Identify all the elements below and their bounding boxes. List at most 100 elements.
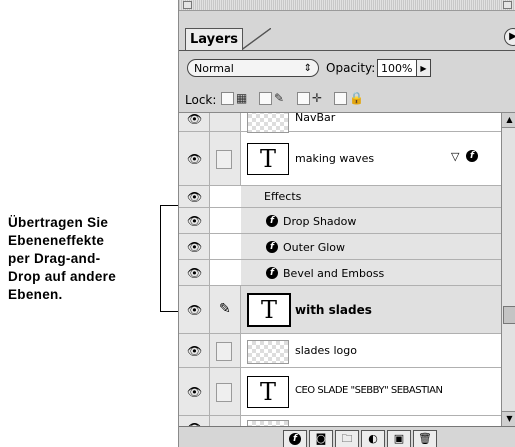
effect-name: Bevel and Emboss <box>283 267 385 280</box>
visibility-cell: 👁 <box>179 334 210 367</box>
lock-all-checkbox[interactable] <box>334 92 347 105</box>
tab-layers[interactable]: Layers <box>185 28 243 51</box>
eye-icon[interactable]: 👁 <box>187 267 202 279</box>
blend-mode-select[interactable]: Normal ⇕ <box>187 59 319 77</box>
updown-arrow-icon: ⇕ <box>303 63 312 74</box>
layer-row-slades-logo[interactable]: 👁 slades logo <box>179 334 501 368</box>
layer-row-with-slades[interactable]: 👁 ✎ T with slades <box>179 286 501 334</box>
brush-icon: ✎ <box>219 301 231 317</box>
effect-row-drop-shadow[interactable]: 👁 f Drop Shadow <box>179 208 501 234</box>
effect-row-bevel-emboss[interactable]: 👁 f Bevel and Emboss <box>179 260 501 286</box>
text-layer-thumbnail: T <box>247 143 289 175</box>
layer-list-scrollbar[interactable]: ▲ ▼ <box>501 113 515 426</box>
scroll-down-arrow[interactable]: ▼ <box>502 411 515 426</box>
eye-icon[interactable]: 👁 <box>187 386 202 398</box>
tab-edge <box>241 28 271 50</box>
layers-palette: Layers ▶ Normal ⇕ Opacity: 100% ▶ Lock: … <box>178 0 515 447</box>
effect-row-outer-glow[interactable]: 👁 f Outer Glow <box>179 234 501 260</box>
layer-effects-icon: f <box>266 241 278 253</box>
layer-name: with slades <box>295 303 372 317</box>
link-box <box>216 149 232 169</box>
disclosure-triangle-icon[interactable]: ▽ <box>451 150 459 163</box>
visibility-cell: 👁 <box>179 368 210 415</box>
scroll-thumb[interactable] <box>503 306 515 324</box>
zoom-box[interactable] <box>503 1 512 9</box>
layer-row-partial[interactable]: 👁 <box>179 416 501 426</box>
brush-icon: ✎ <box>274 91 285 105</box>
lock-label: Lock: <box>185 93 217 107</box>
new-layer-button[interactable]: ▣ <box>387 430 411 447</box>
visibility-cell: 👁 <box>179 260 210 285</box>
effects-cell <box>241 208 501 233</box>
effect-name: Outer Glow <box>283 241 346 254</box>
layer-name: slades logo <box>295 344 358 357</box>
new-set-button[interactable]: 🗀 <box>335 430 359 447</box>
opacity-input[interactable]: 100% <box>377 59 417 77</box>
layer-row-making-waves[interactable]: 👁 T making waves ▽ f <box>179 132 501 186</box>
layer-thumbnail <box>247 340 289 364</box>
layer-row-navbar[interactable]: 👁 NavBar <box>179 113 501 133</box>
layer-list: 👁 NavBar 👁 T making waves ▽ f 👁 Effects … <box>179 113 501 426</box>
layer-effects-icon: f <box>266 215 278 227</box>
lock-image-checkbox[interactable] <box>259 92 272 105</box>
eye-icon[interactable]: 👁 <box>187 113 202 125</box>
trash-icon[interactable]: 🗑 <box>413 430 437 447</box>
opacity-label: Opacity: <box>326 61 376 75</box>
layer-row-ceo[interactable]: 👁 T CEO SLADE "SEBBY" SEBASTIAN <box>179 368 501 416</box>
blend-mode-value: Normal <box>194 62 234 75</box>
palette-titlebar[interactable] <box>179 0 515 11</box>
callout-line-5: Ebenen. <box>8 287 63 302</box>
eye-icon[interactable]: 👁 <box>187 153 202 165</box>
eye-icon[interactable]: 👁 <box>187 304 202 316</box>
effects-cell <box>241 234 501 259</box>
callout-line-3: per Drag-and- <box>8 251 101 266</box>
add-layer-style-button[interactable]: f <box>283 430 307 447</box>
tab-divider <box>179 50 515 51</box>
link-cell[interactable] <box>210 113 241 131</box>
visibility-cell: 👁 <box>179 234 210 259</box>
link-cell[interactable] <box>210 416 241 426</box>
callout-line-1: Übertragen Sie <box>8 215 109 230</box>
eye-icon[interactable]: 👁 <box>187 191 202 203</box>
visibility-cell: 👁 <box>179 186 210 207</box>
effects-row[interactable]: 👁 Effects <box>179 186 501 208</box>
scroll-up-arrow[interactable]: ▲ <box>502 113 515 128</box>
palette-menu-button[interactable]: ▶ <box>504 28 515 46</box>
new-adjustment-layer-button[interactable]: ◐ <box>361 430 385 447</box>
layer-effects-icon: f <box>266 267 278 279</box>
opacity-slider-button[interactable]: ▶ <box>417 59 431 77</box>
link-cell[interactable] <box>210 132 241 185</box>
visibility-cell: 👁 <box>179 286 210 333</box>
text-layer-thumbnail: T <box>247 293 291 327</box>
eye-icon[interactable]: 👁 <box>187 241 202 253</box>
link-cell[interactable] <box>210 368 241 415</box>
callout-line-2: Ebeneneffekte <box>8 233 105 248</box>
move-icon: ✛ <box>312 91 323 105</box>
palette-bottom-bar: f ◙ 🗀 ◐ ▣ 🗑 <box>179 426 515 447</box>
layer-name: CEO SLADE "SEBBY" SEBASTIAN <box>295 385 443 396</box>
link-cell[interactable]: ✎ <box>210 286 241 333</box>
lock-icon: 🔒 <box>349 91 364 105</box>
effects-label: Effects <box>264 190 302 203</box>
eye-icon[interactable]: 👁 <box>187 345 202 357</box>
close-box[interactable] <box>183 1 192 9</box>
callout-text: Übertragen Sie Ebeneneffekte per Drag-an… <box>8 214 156 304</box>
layer-thumbnail <box>247 113 289 133</box>
callout-line-4: Drop auf andere <box>8 269 117 284</box>
link-box <box>216 382 232 402</box>
eye-icon[interactable]: 👁 <box>187 215 202 227</box>
layer-effects-icon: f <box>466 150 478 162</box>
layer-name: making waves <box>295 152 375 165</box>
visibility-cell: 👁 <box>179 208 210 233</box>
lock-transparency-checkbox[interactable] <box>221 92 234 105</box>
link-cell[interactable] <box>210 334 241 367</box>
visibility-cell: 👁 <box>179 416 210 426</box>
visibility-cell: 👁 <box>179 113 210 131</box>
callout-bracket-vertical <box>160 205 161 312</box>
link-box <box>216 341 232 361</box>
text-layer-thumbnail: T <box>247 376 289 408</box>
transparency-icon: ▦ <box>236 91 248 105</box>
add-mask-button[interactable]: ◙ <box>309 430 333 447</box>
lock-position-checkbox[interactable] <box>297 92 310 105</box>
layer-effects-icon: f <box>289 433 301 445</box>
